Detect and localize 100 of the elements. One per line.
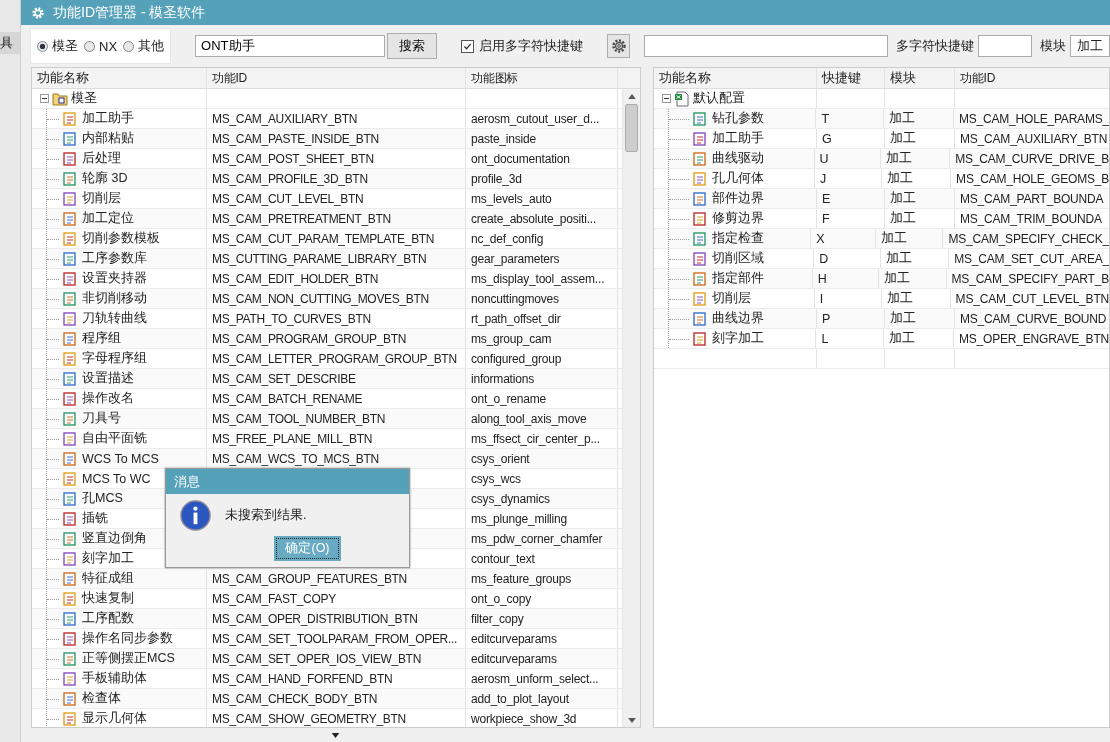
function-name[interactable]: 自由平面铣 <box>82 430 147 447</box>
function-id: MS_CAM_HOLE_GEOMS_B <box>956 171 1109 186</box>
collapse-icon[interactable] <box>662 94 671 103</box>
function-name[interactable]: 孔几何体 <box>712 170 764 187</box>
function-name[interactable]: 工序参数库 <box>82 250 147 267</box>
shortcut-key: U <box>819 151 829 166</box>
function-id: MS_CAM_GROUP_FEATURES_BTN <box>212 571 407 586</box>
function-id: MS_CAM_POST_SHEET_BTN <box>212 151 374 166</box>
search-button[interactable]: 搜索 <box>387 33 438 59</box>
icon-name: workpiece_show_3d <box>471 711 577 726</box>
function-name[interactable]: 手板辅助体 <box>82 670 147 687</box>
function-name[interactable]: 操作改名 <box>82 390 134 407</box>
function-name[interactable]: WCS To MCS <box>82 451 159 466</box>
function-name[interactable]: 快速复制 <box>82 590 134 607</box>
settings-button[interactable] <box>607 34 630 58</box>
icon-name: ms_levels_auto <box>471 191 552 206</box>
function-name[interactable]: 内部粘贴 <box>82 130 134 147</box>
function-name[interactable]: 切削层 <box>82 190 121 207</box>
function-name[interactable]: 切削区域 <box>712 250 764 267</box>
function-name[interactable]: 曲线边界 <box>712 310 764 327</box>
radio-option[interactable]: 其他 <box>123 37 165 55</box>
spreadsheet-icon <box>674 90 690 107</box>
function-name[interactable]: 钻孔参数 <box>712 110 764 127</box>
function-name[interactable]: 操作名同步参数 <box>82 630 173 647</box>
arrow-up-icon[interactable] <box>627 94 636 99</box>
function-name[interactable]: 加工定位 <box>82 210 134 227</box>
multi-char-checkbox[interactable]: 启用多字符快捷键 <box>461 37 584 55</box>
filter-field[interactable] <box>644 35 888 57</box>
function-name[interactable]: MCS To WC <box>82 471 151 486</box>
function-name[interactable]: 特征成组 <box>82 570 134 587</box>
column-header[interactable]: 功能名称 <box>32 68 207 88</box>
icon-name: along_tool_axis_move <box>471 411 587 426</box>
scrollbar[interactable] <box>622 89 640 727</box>
function-name[interactable]: 修剪边界 <box>712 210 764 227</box>
icon-name: csys_dynamics <box>471 491 550 506</box>
function-name[interactable]: 正等侧摆正MCS <box>82 650 175 667</box>
icon-name: editcurveparams <box>471 651 557 666</box>
column-header[interactable]: 模块 <box>885 68 955 88</box>
function-id: MS_CAM_AUXILIARY_BTN <box>960 131 1108 146</box>
function-name[interactable]: 指定检查 <box>712 230 764 247</box>
column-header[interactable]: 功能ID <box>207 68 466 88</box>
function-id: MS_CAM_PASTE_INSIDE_BTN <box>212 131 379 146</box>
function-id: MS_PATH_TO_CURVES_BTN <box>212 311 371 326</box>
icon-name: ont_o_copy <box>471 591 532 606</box>
module-dropdown[interactable]: 加工 <box>1070 35 1110 57</box>
function-name[interactable]: 后处理 <box>82 150 121 167</box>
gear-icon <box>31 5 45 20</box>
function-name[interactable]: 切削参数模板 <box>82 230 160 247</box>
function-id: MS_CAM_CURVE_BOUND <box>960 311 1107 326</box>
icon-name: ms_plunge_milling <box>471 511 567 526</box>
document-icon <box>692 170 708 187</box>
function-name[interactable]: 插铣 <box>82 510 108 527</box>
tree-node-label[interactable]: 默认配置 <box>693 90 745 107</box>
function-name[interactable]: 加工助手 <box>712 130 764 147</box>
radio-option[interactable]: 模圣 <box>37 37 78 55</box>
function-name[interactable]: 设置描述 <box>82 370 134 387</box>
function-name[interactable]: 轮廓 3D <box>82 170 128 187</box>
document-icon <box>62 310 78 327</box>
function-name[interactable]: 指定部件 <box>712 270 764 287</box>
arrow-down-icon[interactable] <box>627 718 636 723</box>
column-header[interactable]: 功能ID <box>955 68 1109 88</box>
icon-name: configured_group <box>471 351 562 366</box>
column-header[interactable]: 功能名称 <box>654 68 817 88</box>
function-name[interactable]: 刀轨转曲线 <box>82 310 147 327</box>
function-name[interactable]: 部件边界 <box>712 190 764 207</box>
function-name[interactable]: 工序配数 <box>82 610 134 627</box>
icon-name: editcurveparams <box>471 631 557 646</box>
function-name[interactable]: 非切削移动 <box>82 290 147 307</box>
module-name: 加工 <box>889 110 916 127</box>
function-name[interactable]: 切削层 <box>712 290 751 307</box>
function-name[interactable]: 刻字加工 <box>82 550 134 567</box>
function-id: MS_CAM_TOOL_NUMBER_BTN <box>212 411 386 426</box>
search-field[interactable]: ONT助手 <box>195 35 386 57</box>
document-icon <box>62 550 78 567</box>
function-name[interactable]: 程序组 <box>82 330 121 347</box>
function-name[interactable]: 刀具号 <box>82 410 121 427</box>
tree-node-label[interactable]: 模圣 <box>71 90 97 107</box>
scroll-thumb[interactable] <box>625 104 638 152</box>
column-header[interactable]: 功能图标 <box>466 68 618 88</box>
shortcut-key: I <box>819 291 824 306</box>
function-name[interactable]: 曲线驱动 <box>712 150 764 167</box>
shortcut-key: H <box>817 271 827 286</box>
dropdown-arrow-icon[interactable] <box>330 732 340 738</box>
function-name[interactable]: 字母程序组 <box>82 350 147 367</box>
radio-option[interactable]: NX <box>84 38 118 54</box>
collapse-icon[interactable] <box>40 94 49 103</box>
function-name[interactable]: 竖直边倒角 <box>82 530 147 547</box>
check-icon <box>463 41 473 51</box>
shortcut-field[interactable] <box>978 35 1032 57</box>
module-name: 加工 <box>883 270 910 287</box>
function-name[interactable]: 显示几何体 <box>82 710 147 727</box>
function-name[interactable]: 检查体 <box>82 690 121 707</box>
icon-name: ms_group_cam <box>471 331 552 346</box>
function-name[interactable]: 设置夹持器 <box>82 270 147 287</box>
function-name[interactable]: 刻字加工 <box>712 330 764 347</box>
icon-name: nc_def_config <box>471 231 544 246</box>
function-id: MS_CAM_CUT_LEVEL_BTN <box>212 191 364 206</box>
function-name[interactable]: 孔MCS <box>82 490 123 507</box>
function-name[interactable]: 加工助手 <box>82 110 134 127</box>
column-header[interactable]: 快捷键 <box>817 68 885 88</box>
